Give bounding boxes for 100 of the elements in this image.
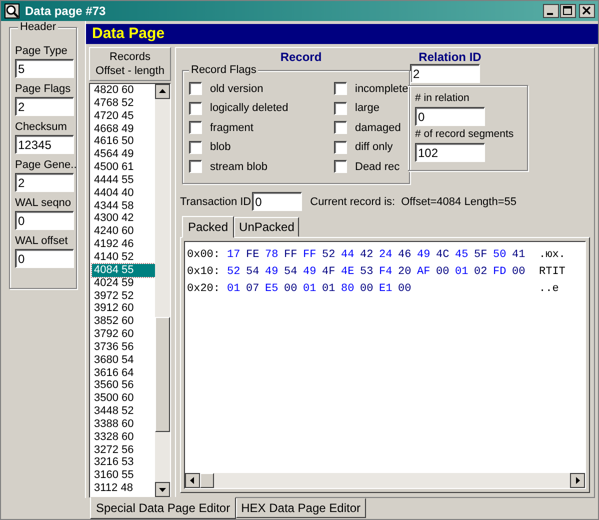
field-label: Transaction ID <box>180 196 252 208</box>
input-field[interactable]: 2 <box>15 173 74 192</box>
field-label: Checksum <box>15 121 68 133</box>
checkbox[interactable] <box>334 102 347 115</box>
checkbox[interactable] <box>334 82 347 96</box>
list-item[interactable]: 3112 48 <box>92 482 155 495</box>
list-item[interactable]: 3328 60 <box>92 430 155 444</box>
checkbox[interactable] <box>334 121 347 134</box>
tab[interactable]: Packed <box>182 216 234 238</box>
hex-byte: 41 <box>512 248 526 260</box>
list-item[interactable]: 4240 60 <box>92 225 155 238</box>
field-label: Page Type <box>15 45 68 57</box>
hex-byte: 20 <box>398 266 412 278</box>
section-title: Record <box>279 50 323 64</box>
checkbox-label: incomplete <box>355 82 408 95</box>
list-item[interactable]: 3972 52 <box>92 290 155 302</box>
horizontal-scrollbar[interactable] <box>185 473 585 488</box>
list-item[interactable]: 3272 56 <box>92 444 155 456</box>
hex-byte: FE <box>246 248 260 260</box>
field-label: WAL seqno <box>15 197 72 209</box>
list-item[interactable]: 4084 55 <box>92 264 155 277</box>
list-item[interactable]: 4024 59 <box>92 276 155 290</box>
list-item[interactable]: 4300 42 <box>92 212 155 226</box>
status-label: Current record is: <box>310 196 396 208</box>
list-item[interactable]: 4444 55 <box>92 174 155 187</box>
hex-byte: FF <box>303 248 318 260</box>
scroll-thumb[interactable] <box>200 473 214 488</box>
list-item[interactable]: 3736 56 <box>92 340 155 354</box>
hex-byte: E5 <box>265 282 280 294</box>
maximize-icon[interactable] <box>560 4 576 18</box>
checkbox-label: Dead rec <box>355 160 400 173</box>
tab[interactable]: HEX Data Page Editor <box>236 498 366 518</box>
magnifier-icon <box>4 3 20 19</box>
list-item[interactable]: 4500 61 <box>92 161 155 174</box>
list-item[interactable]: 4192 46 <box>92 238 155 251</box>
tab[interactable]: Special Data Page Editor <box>90 497 236 519</box>
offset-label: 0x20: <box>187 282 222 294</box>
hex-byte: 46 <box>398 248 412 260</box>
input-field[interactable]: 5 <box>15 59 74 78</box>
hex-byte: 17 <box>227 248 242 260</box>
checkbox[interactable] <box>189 102 202 115</box>
list-item[interactable]: 4668 49 <box>92 122 155 136</box>
list-item[interactable]: 3792 60 <box>92 328 155 341</box>
list-item[interactable]: 4344 58 <box>92 200 155 212</box>
input-field[interactable]: 0 <box>252 192 302 211</box>
list-item[interactable]: 3160 55 <box>92 469 155 482</box>
checkbox[interactable] <box>189 82 202 96</box>
list-item[interactable]: 4720 45 <box>92 110 155 123</box>
list-item[interactable]: 3616 64 <box>92 366 155 380</box>
list-item[interactable]: 3680 54 <box>92 354 155 367</box>
input-field[interactable]: 102 <box>415 143 485 162</box>
list-item[interactable]: 3216 53 <box>92 456 155 470</box>
page-banner: Data Page <box>86 24 598 44</box>
hex-byte: 50 <box>493 248 508 260</box>
input-field[interactable]: 2 <box>15 97 74 116</box>
checkbox-label: logically deleted <box>210 102 288 114</box>
input-field[interactable]: 2 <box>410 64 480 83</box>
checkbox[interactable] <box>334 140 347 154</box>
list-item[interactable]: 3560 56 <box>92 379 155 392</box>
input-field[interactable]: 0 <box>15 249 74 268</box>
hex-byte: 00 <box>284 282 298 294</box>
scroll-thumb[interactable] <box>155 317 170 432</box>
checkbox[interactable] <box>189 160 202 174</box>
hex-byte: 45 <box>455 248 470 260</box>
hex-byte: FD <box>493 266 508 278</box>
tab[interactable]: UnPacked <box>234 217 300 237</box>
minimize-icon[interactable] <box>543 4 559 18</box>
field-label: Page Flags <box>15 83 72 95</box>
list-item[interactable]: 4564 49 <box>92 148 155 162</box>
list-item[interactable]: 4768 52 <box>92 96 155 110</box>
checkbox[interactable] <box>189 140 202 154</box>
list-item[interactable]: 4140 52 <box>92 250 155 264</box>
list-item[interactable]: 3852 60 <box>92 315 155 328</box>
list-item[interactable]: 3500 60 <box>92 392 155 406</box>
hex-byte: 01 <box>322 282 336 294</box>
field-label: Relation ID <box>418 50 482 64</box>
hex-byte: 01 <box>455 266 470 278</box>
input-field[interactable]: 0 <box>415 107 485 126</box>
vertical-scrollbar[interactable] <box>155 84 170 497</box>
list-item[interactable]: 3388 60 <box>92 418 155 431</box>
close-icon[interactable] <box>579 4 595 18</box>
list-item[interactable]: 4616 50 <box>92 135 155 148</box>
hex-byte: 00 <box>512 266 526 278</box>
list-item[interactable]: 4820 60 <box>92 84 155 97</box>
hex-byte: 02 <box>474 266 488 278</box>
offset-label: 0x00: <box>187 248 222 260</box>
checkbox[interactable] <box>189 121 202 134</box>
input-field[interactable]: 0 <box>15 211 74 230</box>
input-field[interactable]: 12345 <box>15 135 74 154</box>
checkbox-label: damaged <box>355 122 401 134</box>
list-item[interactable]: 3448 52 <box>92 405 155 418</box>
hex-byte: 5F <box>474 248 488 260</box>
checkbox[interactable] <box>334 160 347 174</box>
list-item[interactable]: 3912 60 <box>92 302 155 316</box>
checkbox-label: large <box>355 102 380 114</box>
hex-byte: 49 <box>265 266 280 278</box>
list-item[interactable]: 4404 40 <box>92 186 155 200</box>
field-label: WAL offset <box>15 235 69 247</box>
hex-byte: 00 <box>360 282 374 294</box>
hex-byte: 52 <box>322 248 336 260</box>
